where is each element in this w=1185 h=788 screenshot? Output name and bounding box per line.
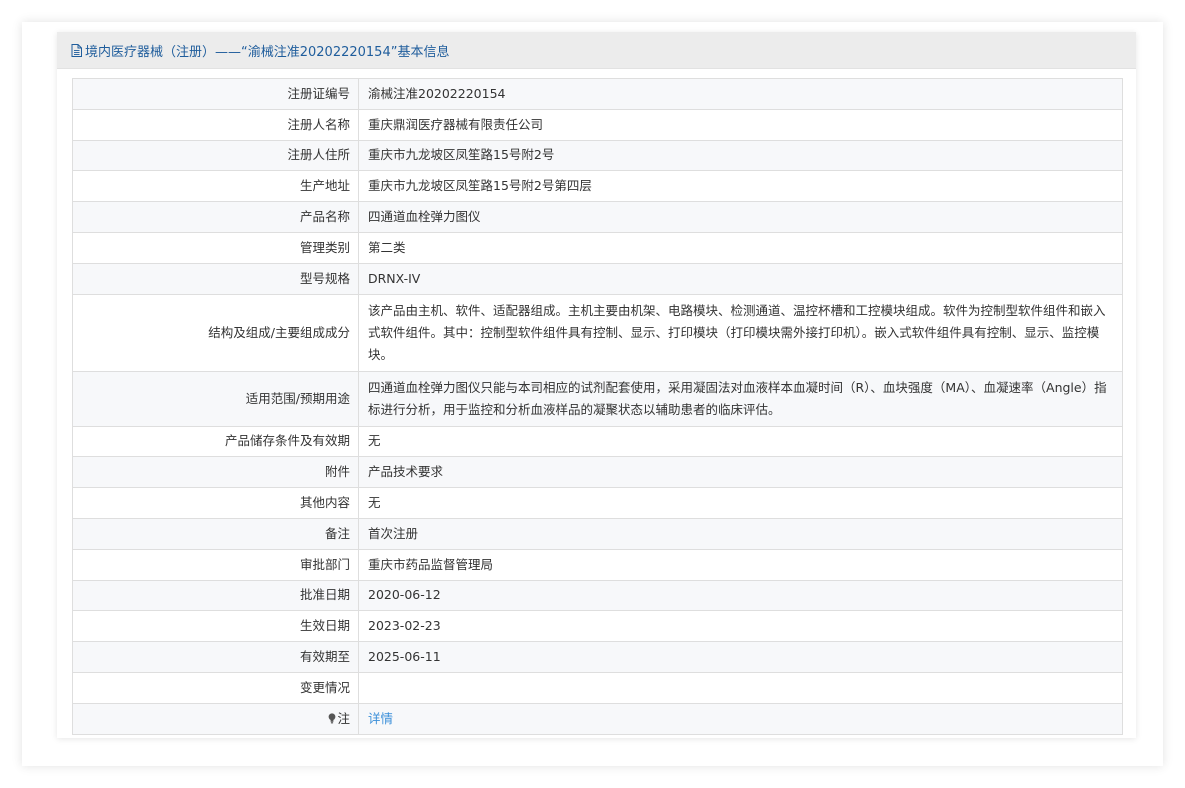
row-value: 四通道血栓弹力图仪只能与本司相应的试剂配套使用，采用凝固法对血液样本血凝时间（R… xyxy=(358,370,1123,427)
row-label: 适用范围/预期用途 xyxy=(72,370,359,427)
table-row: 生效日期 2023-02-23 xyxy=(72,610,1123,643)
table-row: 结构及组成/主要组成成分 该产品由主机、软件、适配器组成。主机主要由机架、电路模… xyxy=(72,293,1123,372)
row-value: 首次注册 xyxy=(358,517,1123,550)
outer-card: 境内医疗器械（注册）——“渝械注准20202220154”基本信息 注册证编号 … xyxy=(22,22,1163,766)
row-value xyxy=(358,671,1123,704)
note-label-cell: 注 xyxy=(72,702,359,735)
panel-title: 境内医疗器械（注册）——“渝械注准20202220154”基本信息 xyxy=(85,44,450,60)
row-value: 2020-06-12 xyxy=(358,579,1123,612)
row-label: 型号规格 xyxy=(72,262,359,295)
panel-header: 境内医疗器械（注册）——“渝械注准20202220154”基本信息 xyxy=(57,32,1136,69)
table-row: 附件 产品技术要求 xyxy=(72,456,1123,489)
row-value: 产品技术要求 xyxy=(358,456,1123,489)
row-label: 结构及组成/主要组成成分 xyxy=(72,293,359,372)
info-table: 注册证编号 渝械注准20202220154 注册人名称 重庆鼎润医疗器械有限责任… xyxy=(72,78,1123,735)
table-row-note: 注 详情 xyxy=(72,702,1123,735)
row-value: 渝械注准20202220154 xyxy=(358,78,1123,110)
table-row: 产品名称 四通道血栓弹力图仪 xyxy=(72,201,1123,233)
table-row: 批准日期 2020-06-12 xyxy=(72,579,1123,612)
table-row: 注册证编号 渝械注准20202220154 xyxy=(72,78,1123,110)
row-value: 2025-06-11 xyxy=(358,641,1123,673)
row-value: 四通道血栓弹力图仪 xyxy=(358,201,1123,233)
row-label: 变更情况 xyxy=(72,671,359,704)
details-link[interactable]: 详情 xyxy=(368,711,393,726)
row-label: 备注 xyxy=(72,517,359,550)
table-row: 注册人名称 重庆鼎润医疗器械有限责任公司 xyxy=(72,108,1123,141)
row-value: 2023-02-23 xyxy=(358,610,1123,643)
row-label: 管理类别 xyxy=(72,231,359,264)
note-label: 注 xyxy=(337,710,350,726)
table-row: 注册人住所 重庆市九龙坡区凤笙路15号附2号 xyxy=(72,139,1123,172)
row-value: DRNX-IV xyxy=(358,262,1123,295)
row-label: 注册人住所 xyxy=(72,139,359,172)
table-row: 产品储存条件及有效期 无 xyxy=(72,425,1123,458)
row-value: 该产品由主机、软件、适配器组成。主机主要由机架、电路模块、检测通道、温控杯槽和工… xyxy=(358,293,1123,372)
row-value: 无 xyxy=(358,487,1123,519)
row-label: 产品名称 xyxy=(72,201,359,233)
lightbulb-icon xyxy=(329,713,336,724)
row-label: 附件 xyxy=(72,456,359,489)
row-value: 第二类 xyxy=(358,231,1123,264)
table-row: 审批部门 重庆市药品监督管理局 xyxy=(72,548,1123,581)
row-label: 有效期至 xyxy=(72,641,359,673)
table-row: 管理类别 第二类 xyxy=(72,231,1123,264)
row-label: 审批部门 xyxy=(72,548,359,581)
row-label: 产品储存条件及有效期 xyxy=(72,425,359,458)
document-icon xyxy=(71,43,82,57)
table-row: 有效期至 2025-06-11 xyxy=(72,641,1123,673)
row-value: 重庆市药品监督管理局 xyxy=(358,548,1123,581)
row-label: 注册证编号 xyxy=(72,78,359,110)
row-value: 重庆市九龙坡区凤笙路15号附2号 xyxy=(358,139,1123,172)
row-label: 其他内容 xyxy=(72,487,359,519)
row-value: 无 xyxy=(358,425,1123,458)
row-label: 批准日期 xyxy=(72,579,359,612)
note-value-cell: 详情 xyxy=(358,702,1123,735)
row-label: 注册人名称 xyxy=(72,108,359,141)
row-label: 生产地址 xyxy=(72,170,359,203)
table-row: 型号规格 DRNX-IV xyxy=(72,262,1123,295)
table-row: 变更情况 xyxy=(72,671,1123,704)
table-row: 生产地址 重庆市九龙坡区凤笙路15号附2号第四层 xyxy=(72,170,1123,203)
row-label: 生效日期 xyxy=(72,610,359,643)
table-row: 适用范围/预期用途 四通道血栓弹力图仪只能与本司相应的试剂配套使用，采用凝固法对… xyxy=(72,370,1123,427)
row-value: 重庆市九龙坡区凤笙路15号附2号第四层 xyxy=(358,170,1123,203)
row-value: 重庆鼎润医疗器械有限责任公司 xyxy=(358,108,1123,141)
table-row: 其他内容 无 xyxy=(72,487,1123,519)
info-panel: 境内医疗器械（注册）——“渝械注准20202220154”基本信息 注册证编号 … xyxy=(57,32,1136,738)
table-row: 备注 首次注册 xyxy=(72,517,1123,550)
